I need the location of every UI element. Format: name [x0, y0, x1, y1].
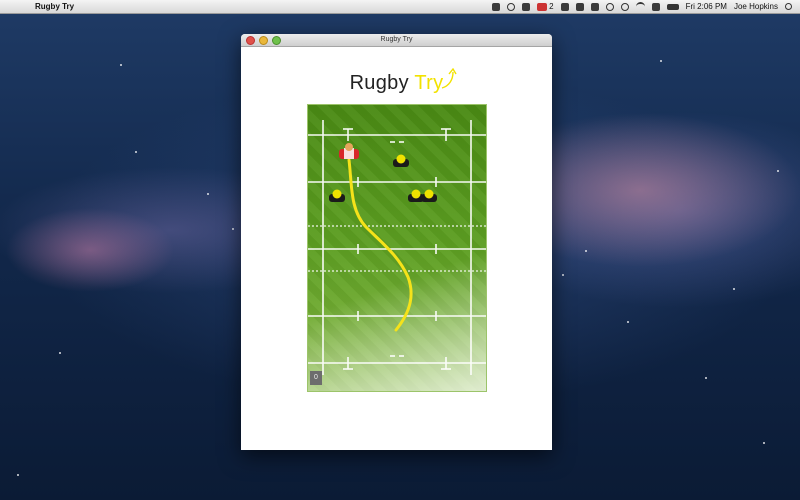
volume-icon[interactable]	[651, 2, 660, 11]
app-window: Rugby Try Rugby Try 0	[241, 34, 552, 450]
pitch-markings	[308, 120, 486, 375]
window-titlebar[interactable]: Rugby Try	[241, 34, 552, 47]
minimize-button[interactable]	[259, 36, 268, 45]
score-counter: 0	[310, 371, 322, 385]
opponent-player	[421, 189, 437, 202]
window-controls	[246, 36, 281, 45]
opponent-player	[393, 154, 409, 167]
notes-icon[interactable]	[560, 2, 569, 11]
menu-bar: Rugby Try 2 Fri 2:06 PM Joe Hopkins	[0, 0, 800, 14]
status-menus: 2 Fri 2:06 PM Joe Hopkins	[492, 0, 792, 13]
gmail-count: 2	[549, 2, 554, 11]
wifi-icon[interactable]	[635, 2, 645, 11]
zoom-button[interactable]	[272, 36, 281, 45]
user-menu[interactable]: Joe Hopkins	[734, 2, 778, 11]
clipboard-icon[interactable]	[492, 2, 501, 11]
opponent-player	[329, 189, 345, 202]
calendar-icon[interactable]	[522, 2, 531, 11]
time-machine-icon[interactable]	[605, 2, 614, 11]
display-icon[interactable]	[575, 2, 584, 11]
battery-icon[interactable]	[666, 3, 679, 10]
vpn-icon[interactable]	[590, 2, 599, 11]
ball-carrier-player[interactable]	[339, 143, 359, 159]
clock[interactable]: Fri 2:06 PM	[686, 2, 727, 11]
gmail-icon[interactable]	[537, 2, 548, 11]
logo-word-rugby: Rugby	[349, 72, 409, 94]
logo-word-try: Try	[414, 72, 444, 94]
game-logo: Rugby Try	[241, 72, 552, 95]
app-menu[interactable]: Rugby Try	[35, 2, 74, 11]
spotlight-search-icon[interactable]	[785, 3, 792, 10]
logo-swoosh-icon	[441, 68, 457, 89]
bluetooth-icon[interactable]	[620, 2, 629, 11]
window-title: Rugby Try	[380, 36, 413, 43]
rugby-pitch[interactable]: 0	[307, 104, 487, 392]
dropbox-icon[interactable]	[507, 2, 516, 11]
close-button[interactable]	[246, 36, 255, 45]
